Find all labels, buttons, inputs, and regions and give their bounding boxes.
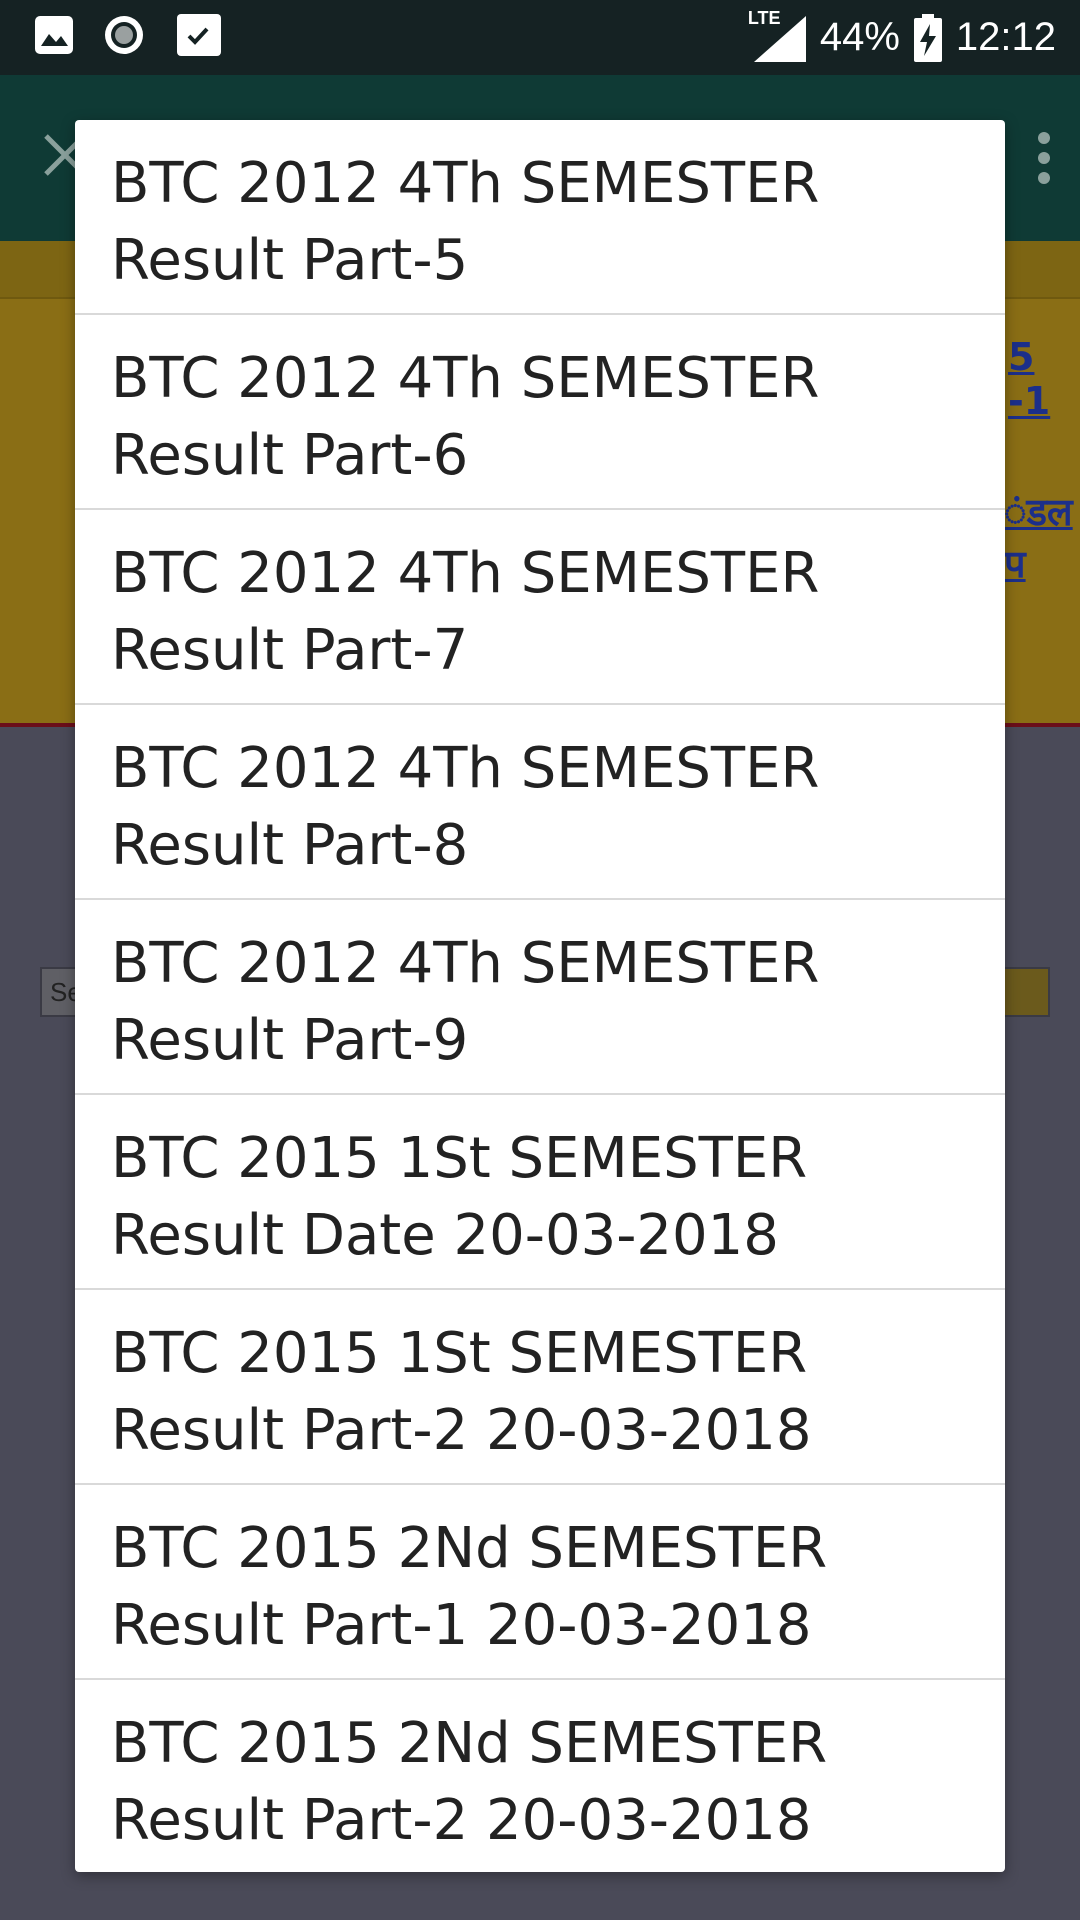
- list-item[interactable]: BTC 2012 4Th SEMESTER Result Part-8: [75, 705, 1005, 900]
- status-right: LTE 44% 12:12: [748, 0, 1056, 75]
- signal-icon: LTE: [748, 8, 806, 62]
- page-link[interactable]: ंडल प: [1004, 485, 1080, 589]
- item-line-2: Result Part-5: [111, 228, 469, 293]
- checkbox-icon: [177, 14, 221, 56]
- item-line-1: BTC 2012 4Th SEMESTER: [111, 151, 820, 216]
- page-select-end: [1004, 969, 1048, 1015]
- item-line-2: Result Part-8: [111, 813, 469, 878]
- item-line-2: Result Part-2 20-03-2018: [111, 1788, 812, 1853]
- item-line-2: Result Part-2 20-03-2018: [111, 1398, 812, 1463]
- battery-charging-icon: [913, 13, 942, 62]
- list-item[interactable]: BTC 2015 1St SEMESTER Result Part-2 20-0…: [75, 1290, 1005, 1485]
- item-line-1: BTC 2012 4Th SEMESTER: [111, 346, 820, 411]
- item-line-1: BTC 2015 1St SEMESTER: [111, 1126, 808, 1191]
- list-item[interactable]: BTC 2012 4Th SEMESTER Result Part-9: [75, 900, 1005, 1095]
- item-line-1: BTC 2015 1St SEMESTER: [111, 1321, 808, 1386]
- list-item[interactable]: BTC 2012 4Th SEMESTER Result Part-6: [75, 315, 1005, 510]
- options-dialog: BTC 2012 4Th SEMESTER Result Part-5 BTC …: [75, 120, 1005, 1872]
- item-line-2: Result Part-7: [111, 618, 469, 683]
- item-line-1: BTC 2012 4Th SEMESTER: [111, 736, 820, 801]
- item-line-1: BTC 2015 2Nd SEMESTER: [111, 1516, 828, 1581]
- list-item[interactable]: BTC 2015 2Nd SEMESTER Result Part-1 20-0…: [75, 1485, 1005, 1680]
- item-line-1: BTC 2015 2Nd SEMESTER: [111, 1711, 828, 1776]
- more-vert-icon[interactable]: [1034, 130, 1054, 186]
- screen: LTE 44% 12:12 5 -1 ंडल प Se BTC 2012 4Th…: [0, 0, 1080, 1920]
- item-line-1: BTC 2012 4Th SEMESTER: [111, 931, 820, 996]
- item-line-2: Result Date 20-03-2018: [111, 1203, 779, 1268]
- status-bar: LTE 44% 12:12: [0, 0, 1080, 75]
- item-line-2: Result Part-1 20-03-2018: [111, 1593, 812, 1658]
- item-line-2: Result Part-9: [111, 1008, 469, 1073]
- item-line-2: Result Part-6: [111, 423, 469, 488]
- list-item[interactable]: BTC 2015 2Nd SEMESTER Result Part-2 20-0…: [75, 1680, 1005, 1872]
- page-link[interactable]: 5 -1: [1008, 335, 1080, 423]
- battery-percent: 44%: [819, 15, 900, 59]
- record-icon: [105, 16, 143, 54]
- image-icon: [35, 16, 73, 54]
- list-item[interactable]: BTC 2015 1St SEMESTER Result Date 20-03-…: [75, 1095, 1005, 1290]
- list-item[interactable]: BTC 2012 4Th SEMESTER Result Part-7: [75, 510, 1005, 705]
- item-line-1: BTC 2012 4Th SEMESTER: [111, 541, 820, 606]
- list-item[interactable]: BTC 2012 4Th SEMESTER Result Part-5: [75, 120, 1005, 315]
- clock: 12:12: [955, 15, 1056, 59]
